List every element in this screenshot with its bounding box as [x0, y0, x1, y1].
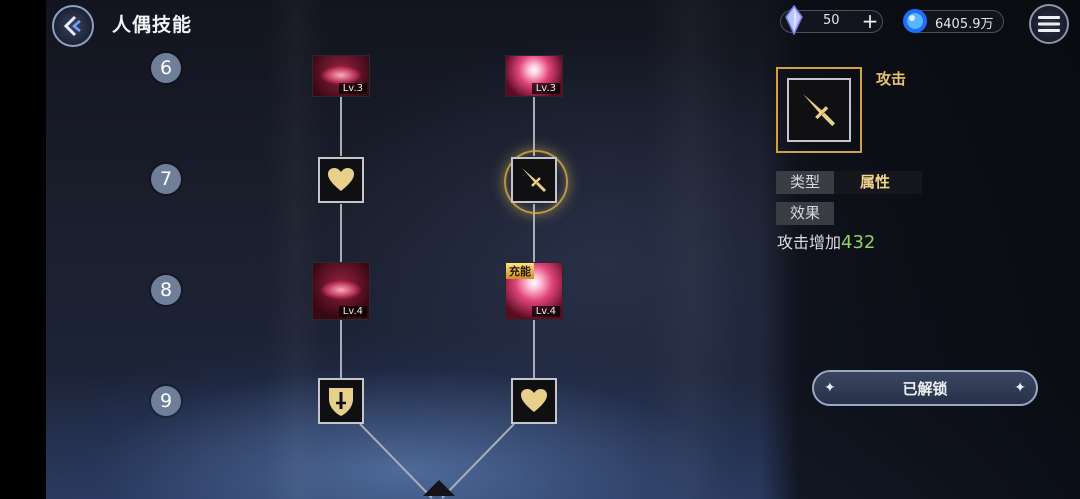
- level-tag: Lv.3: [338, 83, 367, 94]
- coin-orb-icon: [903, 9, 927, 33]
- crystal-amount: 50: [823, 13, 840, 28]
- effect-label: 效果: [776, 202, 834, 225]
- row-number-badge: 8: [151, 275, 181, 305]
- sparkle-icon: ✦: [1014, 380, 1026, 396]
- dagger-icon: [803, 94, 836, 127]
- tree-connector: [340, 96, 342, 156]
- menu-icon: [1038, 16, 1060, 32]
- selected-skill-icon-frame: [776, 67, 862, 153]
- tree-connector: [533, 320, 535, 378]
- background-pillar: [646, 0, 736, 499]
- crystal-currency: 50 +: [780, 5, 883, 35]
- coin-amount: 6405.9万: [935, 17, 994, 32]
- skill-node-burst-r6[interactable]: Lv.3: [505, 55, 563, 97]
- back-icon: [63, 15, 81, 37]
- heart-icon: [521, 389, 547, 412]
- unlocked-button[interactable]: ✦ 已解锁 ✦: [812, 370, 1038, 406]
- skill-node-dagger-r7[interactable]: [511, 157, 557, 203]
- row-number-badge: 6: [151, 53, 181, 83]
- selected-skill-icon: [787, 78, 851, 142]
- effect-description: 攻击增加432: [777, 229, 875, 253]
- heart-icon: [328, 168, 354, 191]
- skill-node-shield-r9[interactable]: [318, 378, 364, 424]
- skill-node-ring-r8[interactable]: Lv.4: [312, 262, 370, 320]
- skill-node-heart-r9[interactable]: [511, 378, 557, 424]
- dagger-icon: [522, 168, 547, 193]
- scroll-up-arrow[interactable]: [423, 480, 455, 496]
- page-title: 人偶技能: [112, 14, 193, 36]
- skill-node-ring-r6[interactable]: Lv.3: [312, 55, 370, 97]
- menu-button[interactable]: [1029, 4, 1069, 44]
- effect-value: 432: [841, 232, 876, 253]
- coin-currency: 6405.9万: [903, 9, 1004, 33]
- tree-connector: [340, 204, 342, 262]
- level-tag: Lv.3: [531, 83, 560, 94]
- row-number-badge: 7: [151, 164, 181, 194]
- unlocked-button-label: 已解锁: [902, 379, 948, 398]
- add-crystal-button[interactable]: +: [859, 11, 881, 32]
- skill-name: 攻击: [876, 70, 907, 88]
- effect-text: 攻击增加: [777, 233, 842, 252]
- shield-sword-icon: [329, 388, 353, 416]
- skill-node-heart-r7[interactable]: [318, 157, 364, 203]
- level-tag: Lv.4: [531, 306, 560, 317]
- tree-connector: [340, 320, 342, 378]
- back-button[interactable]: [52, 5, 94, 47]
- level-tag: Lv.4: [338, 306, 367, 317]
- row-number-badge: 9: [151, 386, 181, 416]
- tree-connector: [533, 96, 535, 156]
- type-value: 属性: [834, 171, 922, 194]
- type-label: 类型: [776, 171, 834, 194]
- charge-tag: 充能: [506, 263, 534, 279]
- sparkle-icon: ✦: [824, 380, 836, 396]
- plus-icon: +: [861, 9, 879, 33]
- skill-node-burst-r8[interactable]: 充能 Lv.4: [505, 262, 563, 320]
- crystal-icon: [785, 5, 803, 35]
